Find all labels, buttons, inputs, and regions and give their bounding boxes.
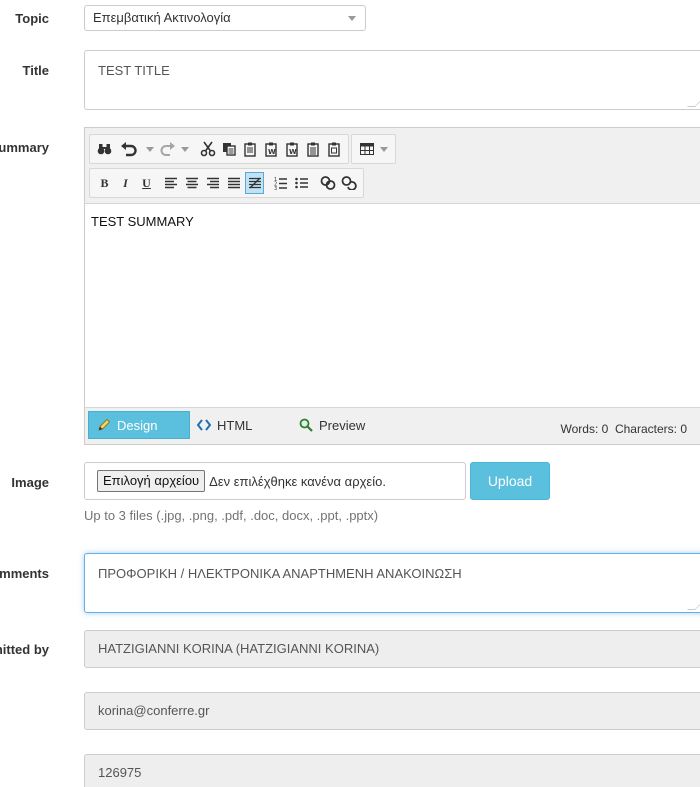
submitted-by-label: Submitted by	[0, 642, 49, 657]
tab-html-label: HTML	[217, 417, 253, 433]
toolbar-group-format: B I U 1 2 3	[89, 168, 364, 198]
upload-button[interactable]: Upload	[470, 462, 550, 500]
resize-grip-icon[interactable]	[687, 602, 700, 610]
topic-selected-value: Επεμβατική Ακτινολογία	[93, 10, 231, 25]
cut-icon[interactable]	[198, 138, 217, 160]
submitted-by-code-field: 126975	[84, 754, 700, 787]
tab-preview-label: Preview	[319, 417, 366, 433]
align-right-icon[interactable]	[203, 172, 222, 194]
resize-grip-icon[interactable]	[687, 99, 700, 107]
comments-textarea[interactable]: ΠΡΟΦΟΡΙΚΗ / ΗΛΕΚΤΡΟΝΙΚΑ ΑΝΑΡΤΗΜΕΝΗ ΑΝΑΚΟ…	[84, 553, 700, 613]
submitted-by-code: 126975	[98, 765, 142, 780]
summary-label: Summary	[0, 140, 49, 155]
link-icon[interactable]	[318, 172, 337, 194]
binoculars-icon[interactable]	[95, 138, 114, 160]
topic-select[interactable]: Επεμβατική Ακτινολογία	[84, 5, 366, 31]
title-value: TEST TITLE	[98, 63, 170, 78]
file-help-text: Up to 3 files (.jpg, .png, .pdf, .doc, d…	[84, 508, 379, 523]
editor-toolbar: W W B I U 1 2 3	[85, 128, 700, 204]
toolbar-row-1: W W	[89, 134, 398, 164]
summary-editor: W W B I U 1 2 3 TEST SUMMARY Design HTML…	[84, 127, 700, 445]
tab-html[interactable]: HTML	[197, 411, 252, 439]
svg-text:W: W	[268, 148, 276, 156]
file-input[interactable]: Επιλογή αρχείου Δεν επιλέχθηκε κανένα αρ…	[84, 462, 466, 500]
tab-preview[interactable]: Preview	[299, 411, 365, 439]
undo-dropdown-icon[interactable]	[146, 146, 154, 152]
table-dropdown-icon[interactable]	[380, 146, 388, 152]
submission-form: Topic Επεμβατική Ακτινολογία Title TEST …	[0, 0, 700, 787]
toolbar-group-edit: W W	[89, 134, 349, 164]
toolbar-row-2: B I U 1 2 3	[89, 168, 366, 198]
submitted-by-email: korina@conferre.gr	[98, 703, 210, 718]
bullet-list-icon[interactable]	[292, 172, 311, 194]
undo-icon[interactable]	[116, 138, 142, 160]
table-icon[interactable]	[357, 138, 376, 160]
no-file-text: Δεν επιλέχθηκε κανένα αρχείο.	[209, 473, 386, 489]
choose-file-button[interactable]: Επιλογή αρχείου	[97, 470, 206, 492]
italic-button[interactable]: I	[116, 172, 135, 194]
clear-format-icon[interactable]	[245, 172, 264, 194]
code-icon	[197, 419, 211, 431]
align-center-icon[interactable]	[182, 172, 201, 194]
bold-button[interactable]: B	[95, 172, 114, 194]
magnifier-icon	[299, 418, 313, 432]
paste-word-clean-icon[interactable]	[303, 138, 322, 160]
topic-label: Topic	[15, 11, 49, 26]
paste-word-icon[interactable]: W	[282, 138, 301, 160]
paste-icon[interactable]	[240, 138, 259, 160]
align-justify-icon[interactable]	[224, 172, 243, 194]
word-character-counter: Words: 0 Characters: 0	[560, 422, 688, 436]
underline-button[interactable]: U	[137, 172, 156, 194]
title-label: Title	[22, 63, 50, 78]
submitted-by-email-field: korina@conferre.gr	[84, 692, 700, 730]
tab-design-label: Design	[117, 417, 158, 433]
ordered-list-icon[interactable]: 123	[271, 172, 290, 194]
align-left-icon[interactable]	[161, 172, 180, 194]
svg-text:3: 3	[274, 186, 277, 190]
tab-design[interactable]: Design	[88, 411, 190, 439]
title-textarea[interactable]: TEST TITLE	[84, 50, 700, 110]
comments-value: ΠΡΟΦΟΡΙΚΗ / ΗΛΕΚΤΡΟΝΙΚΑ ΑΝΑΡΤΗΜΕΝΗ ΑΝΑΚΟ…	[98, 566, 462, 581]
svg-text:W: W	[289, 148, 297, 156]
editor-content-area[interactable]: TEST SUMMARY	[91, 214, 194, 229]
submitted-by-name: HATZIGIANNI KORINA (HATZIGIANNI KORINA)	[98, 641, 380, 656]
comments-label: Comments	[0, 566, 49, 581]
paste-plain-icon[interactable]	[324, 138, 343, 160]
image-label: Image	[11, 475, 49, 490]
pencil-icon	[97, 418, 111, 432]
editor-footer: Design HTML Preview Words: 0 Characters:…	[85, 407, 700, 444]
toolbar-group-table	[351, 134, 396, 164]
chevron-down-icon	[348, 16, 356, 21]
paste-text-icon[interactable]: W	[261, 138, 280, 160]
submitted-by-name-field: HATZIGIANNI KORINA (HATZIGIANNI KORINA)	[84, 630, 700, 668]
redo-icon[interactable]	[158, 138, 177, 160]
redo-dropdown-icon[interactable]	[181, 146, 189, 152]
unlink-icon[interactable]	[339, 172, 358, 194]
copy-icon[interactable]	[219, 138, 238, 160]
